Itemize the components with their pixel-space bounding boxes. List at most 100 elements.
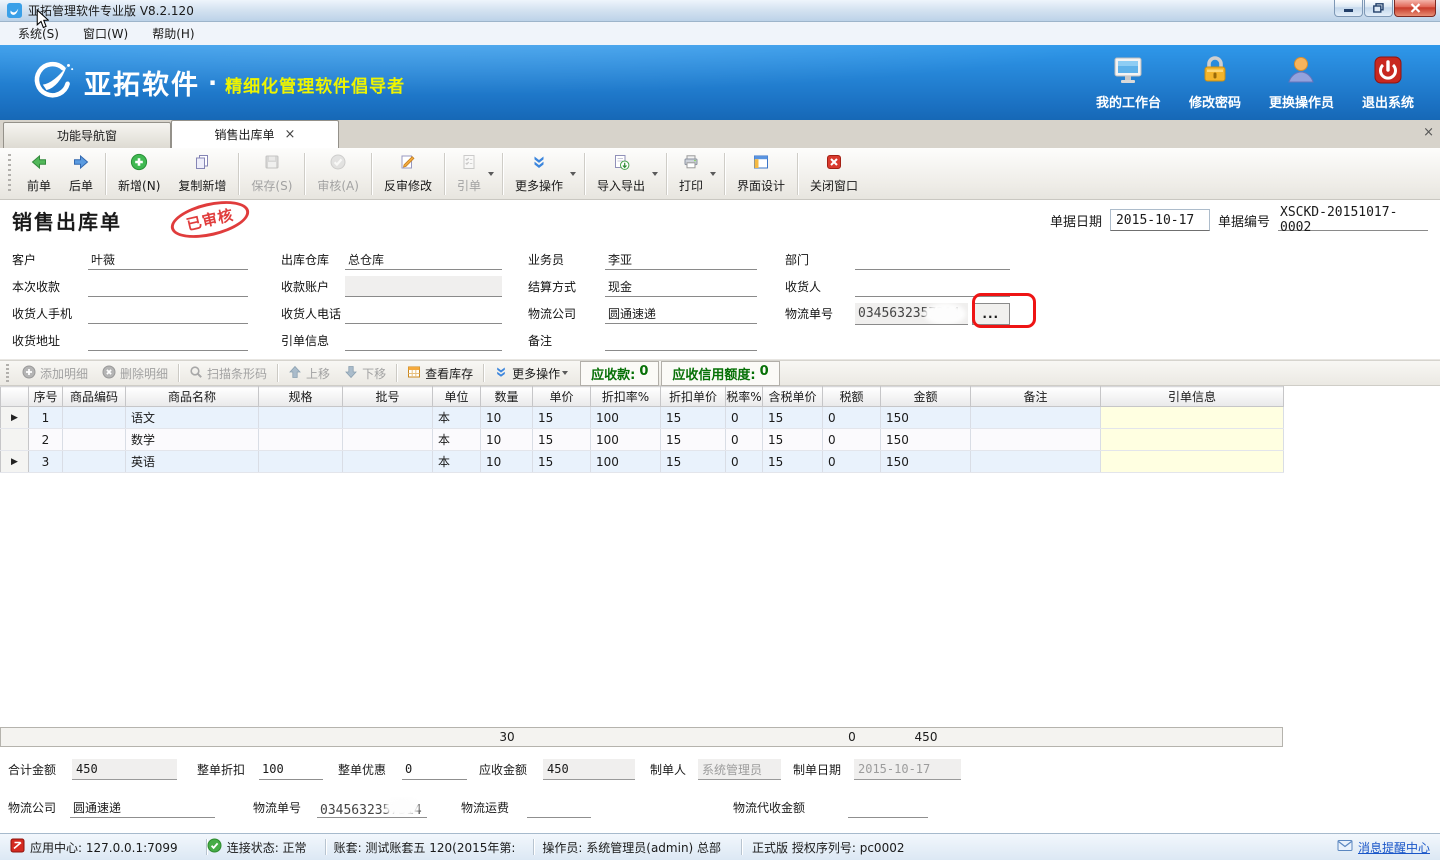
phone-field[interactable] [345,303,502,324]
ref-info-field[interactable] [345,330,502,351]
exit-system-button[interactable]: 退出系统 [1362,54,1414,111]
payment-field[interactable] [88,276,248,297]
add-row-button[interactable]: 添加明细 [15,363,95,384]
tab-function-nav[interactable]: 功能导航窗 [3,122,171,148]
department-field[interactable] [855,249,1010,270]
table-row[interactable]: 2 数学 本 10 15 100 15 0 15 0 150 [1,429,1284,451]
tabstrip: 功能导航窗 销售出库单 × × [0,120,1440,148]
view-stock-button[interactable]: 查看库存 [400,363,480,384]
col-ref-info: 引单信息 [1101,387,1284,407]
doc-date-field[interactable]: 2015-10-17 [1110,209,1210,231]
license-status: 正式版 授权序列号: pc0002 [752,839,904,856]
brand-dot: · [208,69,217,97]
row-selector[interactable]: ▶ [1,451,29,473]
consignee-field[interactable] [855,276,1010,297]
row-selector[interactable]: ▶ [1,407,29,429]
freight-field[interactable] [527,797,591,818]
status-separator [533,839,534,855]
order-discount-field[interactable]: 100 [259,759,323,780]
prev-doc-button[interactable]: 前单 [18,150,60,197]
address-field[interactable] [88,330,248,351]
next-doc-button[interactable]: 后单 [60,150,102,197]
col-discount-price: 折扣单价 [661,387,726,407]
close-button[interactable] [1394,0,1436,17]
approve-button[interactable]: 审核(A) [308,150,368,197]
my-workbench-button[interactable]: 我的工作台 [1096,54,1161,111]
ui-design-button[interactable]: 界面设计 [728,150,794,197]
tabstrip-close-icon[interactable]: × [1423,125,1434,140]
more-actions-button[interactable]: 更多操作 [506,150,572,197]
menu-window[interactable]: 窗口(W) [71,22,140,45]
dropdown-arrow-icon[interactable] [488,172,494,176]
delete-row-button[interactable]: 删除明细 [95,363,175,384]
dropdown-arrow-icon[interactable] [570,172,576,176]
restore-button[interactable] [1364,0,1393,17]
logistics-company-field[interactable]: 圆通速递 [70,797,215,818]
table-row[interactable]: ▶ 3 英语 本 10 15 100 15 0 15 0 150 [1,451,1284,473]
settle-field[interactable]: 现金 [605,276,757,297]
remark-field[interactable] [605,330,757,351]
tab-close-icon[interactable]: × [285,128,296,141]
menu-help[interactable]: 帮助(H) [140,22,206,45]
mobile-label: 收货人手机 [12,305,88,322]
brand-name: 亚拓软件 [84,63,200,102]
account-field [345,276,502,297]
restore-icon [1373,3,1384,13]
unapprove-edit-button[interactable]: 反审修改 [375,150,441,197]
grid-summary-row: 30 0 450 [0,727,1283,747]
switch-operator-button[interactable]: 更换操作员 [1269,54,1334,111]
tracking-label: 物流单号 [785,305,855,322]
brand-logo-icon [30,59,74,106]
salesman-field[interactable]: 李亚 [605,249,757,270]
toolbar-separator [396,364,397,382]
mobile-field[interactable] [88,303,248,324]
move-down-button[interactable]: 下移 [337,363,393,384]
logistics-label: 物流公司 [528,305,605,322]
table-row[interactable]: ▶ 1 语文 本 10 15 100 15 0 15 0 150 [1,407,1284,429]
edit-pencil-icon [399,153,417,174]
approve-check-icon [329,153,347,174]
detail-more-actions-button[interactable]: 更多操作 [487,363,580,384]
ref-doc-icon [460,153,478,174]
customer-field[interactable]: 叶薇 [88,249,248,270]
col-unit: 单位 [433,387,481,407]
toolbar-separator [277,364,278,382]
ref-doc-button[interactable]: 引单 [448,150,490,197]
order-offer-field[interactable]: 0 [402,759,467,780]
warehouse-label: 出库仓库 [281,251,345,268]
new-button[interactable]: 新增(N) [109,150,169,197]
toolbar-separator [584,153,585,195]
message-center-link[interactable]: 消息提醒中心 [1337,838,1430,856]
doc-header: 销售出库单 已审核 单据日期 2015-10-17 单据编号 XSCKD-201… [0,200,1440,240]
move-up-button[interactable]: 上移 [281,363,337,384]
tracking-browse-button[interactable]: ... [972,303,1010,325]
receivable-amount-field: 450 [543,759,635,780]
account-label: 收款账户 [281,278,345,295]
import-export-button[interactable]: 导入导出 [588,150,654,197]
scan-barcode-button[interactable]: 扫描条形码 [182,363,274,384]
save-button[interactable]: 保存(S) [242,150,301,197]
tracking-field[interactable]: 0345632357314 [855,303,968,325]
close-window-button[interactable]: 关闭窗口 [801,150,867,197]
minimize-icon [1344,4,1354,13]
warehouse-field[interactable]: 总仓库 [345,249,502,270]
add-icon [130,153,148,174]
row-selector[interactable] [1,429,29,451]
tab-sales-outbound[interactable]: 销售出库单 × [171,120,339,148]
tracking-no-field[interactable]: 0345632357314 [317,797,427,818]
copy-new-button[interactable]: 复制新增 [169,150,235,197]
print-button[interactable]: 打印 [670,150,712,197]
arrow-left-icon [30,153,48,174]
department-label: 部门 [785,251,855,268]
close-window-icon [825,153,843,174]
dropdown-arrow-icon[interactable] [710,172,716,176]
minimize-button[interactable] [1334,0,1363,17]
change-password-button[interactable]: 修改密码 [1189,54,1241,111]
circle-remove-icon [102,365,116,382]
logistics-field[interactable]: 圆通速递 [605,303,757,324]
dropdown-arrow-icon[interactable] [652,172,658,176]
col-price: 单价 [533,387,591,407]
cod-amount-field[interactable] [848,797,928,818]
page-title: 销售出库单 [12,206,122,235]
menu-system[interactable]: 系统(S) [6,22,71,45]
